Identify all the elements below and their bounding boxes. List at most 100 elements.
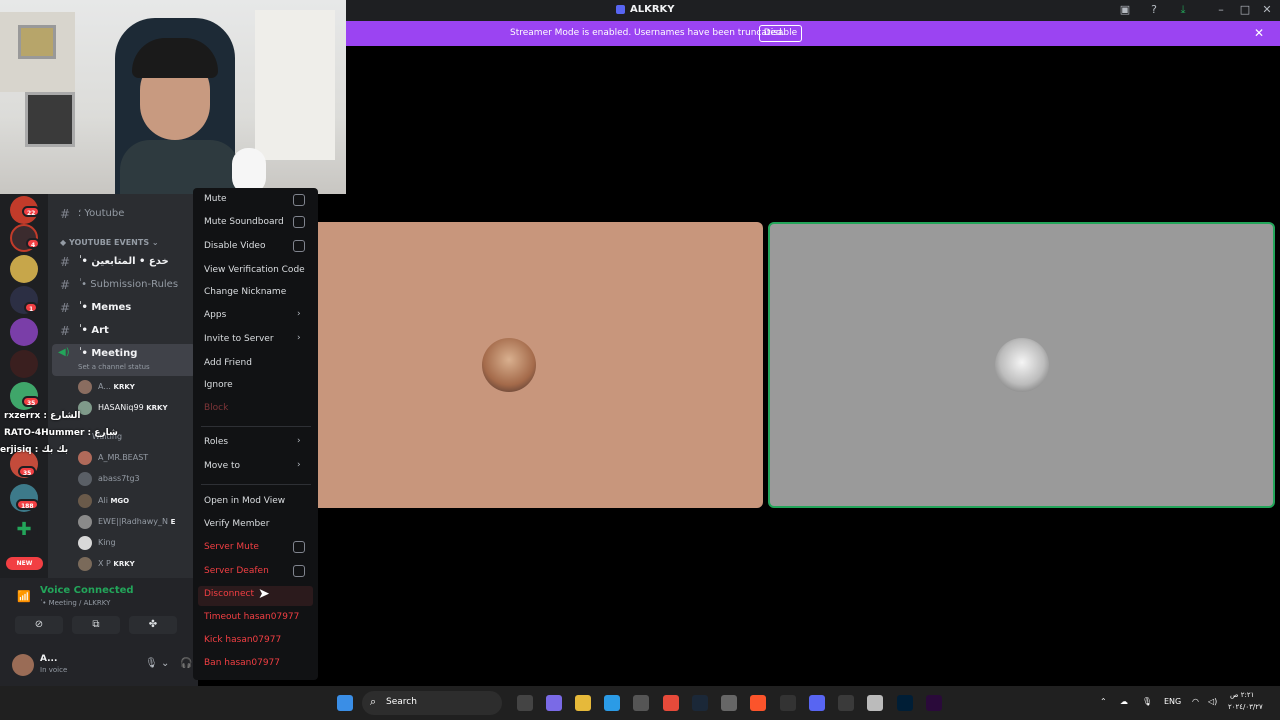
signal-icon[interactable]: 📶 [17, 590, 31, 603]
minimize-button[interactable]: – [1213, 3, 1229, 17]
menu-item-apps[interactable]: Apps [204, 310, 226, 320]
inbox-icon[interactable]: ▣ [1117, 3, 1133, 17]
menu-item-server-mute[interactable]: Server Mute [204, 542, 259, 552]
help-icon[interactable]: ? [1146, 3, 1162, 17]
menu-item-mod-view[interactable]: Open in Mod View [204, 496, 285, 506]
voice-connected-subtitle[interactable]: ٰ • Meeting / ALKRKY [40, 599, 110, 607]
chevron-down-icon[interactable]: ⌄ [161, 658, 169, 669]
copilot-icon[interactable] [546, 695, 562, 711]
voice-user[interactable]: King [48, 533, 198, 553]
menu-item-ban[interactable]: Ban hasan07977 [204, 658, 280, 668]
voice-user[interactable]: Ali MGO [48, 491, 198, 511]
channel-item[interactable]: # ٰ • Memes [48, 298, 198, 318]
menu-item-ignore[interactable]: Ignore [204, 380, 233, 390]
voice-connected-title[interactable]: Voice Connected [40, 585, 134, 596]
channel-name: ؛ Youtube [78, 208, 125, 219]
mute-soundboard-checkbox[interactable] [293, 216, 305, 228]
menu-item-disable-video[interactable]: Disable Video [204, 241, 265, 251]
language-indicator[interactable]: ENG [1164, 697, 1181, 706]
clock-date[interactable]: ٢٠٢٤/٠٣/٢٧ [1228, 703, 1263, 711]
download-icon[interactable]: ⤓ [1175, 3, 1191, 17]
activities-button[interactable]: ✤ [129, 616, 177, 634]
user-tag: MGO [110, 497, 130, 505]
mute-checkbox[interactable] [293, 194, 305, 206]
server-icon[interactable] [10, 255, 38, 283]
app-icon[interactable] [867, 695, 883, 711]
tray-chevron-icon[interactable]: ⌃ [1100, 697, 1107, 706]
disable-streamer-button[interactable]: Disable [759, 25, 802, 42]
menu-item-roles[interactable]: Roles [204, 437, 228, 447]
chrome-icon[interactable] [663, 695, 679, 711]
voice-user[interactable]: A_MR.BEAST [48, 448, 198, 468]
obs-icon[interactable] [838, 695, 854, 711]
capcut-icon[interactable] [780, 695, 796, 711]
close-icon[interactable]: ✕ [1254, 26, 1264, 40]
microphone-icon[interactable]: 🎙 [145, 658, 158, 669]
server-mute-checkbox[interactable] [293, 541, 305, 553]
task-view-icon[interactable] [517, 695, 533, 711]
channel-item[interactable]: # ٰ • Art [48, 321, 198, 341]
menu-item-verify-member[interactable]: Verify Member [204, 519, 269, 529]
edge-icon[interactable] [604, 695, 620, 711]
new-badge[interactable]: NEW [6, 557, 43, 570]
voice-user[interactable]: abass7tg3 [48, 469, 198, 489]
menu-item-kick[interactable]: Kick hasan07977 [204, 635, 281, 645]
server-icon[interactable] [10, 350, 38, 378]
photoshop-icon[interactable] [897, 695, 913, 711]
channel-item[interactable]: # ؛ Youtube [48, 204, 198, 224]
menu-item-add-friend[interactable]: Add Friend [204, 358, 252, 368]
voice-user[interactable]: X P KRKY [48, 554, 198, 574]
store-icon[interactable] [633, 695, 649, 711]
menu-item-mute-soundboard[interactable]: Mute Soundboard [204, 217, 284, 227]
channel-item[interactable]: # ٰ • Submission-Rules [48, 275, 198, 295]
network-icon[interactable]: ☁ [1120, 697, 1128, 706]
server-badge: 22 [22, 206, 41, 217]
file-explorer-icon[interactable] [575, 695, 591, 711]
chat-overlay-line: RATO-4Hummer : شارع [4, 428, 118, 442]
microphone-icon[interactable]: 🎙 [1142, 697, 1152, 706]
menu-item-change-nickname[interactable]: Change Nickname [204, 287, 286, 297]
channel-sidebar: # ؛ Youtube ◆ YOUTUBE EVENTS ⌄ # ٰ • خدع… [48, 194, 198, 578]
user-name: A_MR.BEAST [98, 453, 149, 462]
steam-icon[interactable] [692, 695, 708, 711]
maximize-button[interactable]: □ [1237, 3, 1253, 17]
wifi-icon[interactable]: ◠ [1192, 697, 1199, 706]
windows-start-icon[interactable] [337, 695, 353, 711]
menu-item-timeout[interactable]: Timeout hasan07977 [204, 612, 299, 622]
voice-panel: 📶 Voice Connected ٰ • Meeting / ALKRKY ⊘… [0, 578, 198, 686]
category-header[interactable]: ◆ YOUTUBE EVENTS ⌄ [60, 238, 159, 247]
menu-item-mute[interactable]: Mute [204, 194, 227, 204]
brave-icon[interactable] [750, 695, 766, 711]
menu-item-invite[interactable]: Invite to Server [204, 334, 274, 344]
menu-item-view-verification[interactable]: View Verification Code [204, 265, 305, 275]
channel-item[interactable]: # ٰ • خدع • المتابعين [48, 252, 198, 272]
server-deafen-checkbox[interactable] [293, 565, 305, 577]
server-icon[interactable] [10, 318, 38, 346]
discord-icon[interactable] [809, 695, 825, 711]
avatar[interactable] [12, 654, 34, 676]
volume-icon[interactable]: ◁) [1208, 697, 1217, 706]
screen-share-button[interactable]: ⧉ [72, 616, 120, 634]
video-tile[interactable] [305, 222, 763, 508]
close-window-button[interactable]: ✕ [1259, 3, 1275, 17]
settings-icon[interactable] [721, 695, 737, 711]
camera-off-button[interactable]: ⊘ [15, 616, 63, 634]
menu-item-move-to[interactable]: Move to [204, 461, 240, 471]
webcam-plaque [18, 25, 56, 59]
menu-item-disconnect[interactable]: Disconnect [204, 589, 254, 599]
voice-channel-meeting[interactable]: ◀) ٰ • Meeting Set a channel status [52, 344, 196, 376]
disable-video-checkbox[interactable] [293, 240, 305, 252]
discover-icon[interactable]: ✚ [10, 516, 38, 544]
voice-user[interactable]: A... KRKY [48, 377, 198, 397]
menu-item-block[interactable]: Block [204, 403, 228, 413]
channel-status[interactable]: Set a channel status [78, 363, 150, 371]
premiere-icon[interactable] [926, 695, 942, 711]
voice-user[interactable]: EWE||Radhawy_N E [48, 512, 198, 532]
taskbar-search[interactable]: ⌕ Search [362, 691, 502, 715]
menu-item-server-deafen[interactable]: Server Deafen [204, 566, 269, 576]
webcam-person [120, 140, 240, 194]
video-tile[interactable] [768, 222, 1275, 508]
headphones-icon[interactable]: 🎧 [180, 658, 192, 669]
clock-time[interactable]: ٢:٢١ ص [1230, 691, 1254, 699]
search-icon: ⌕ [370, 695, 377, 708]
